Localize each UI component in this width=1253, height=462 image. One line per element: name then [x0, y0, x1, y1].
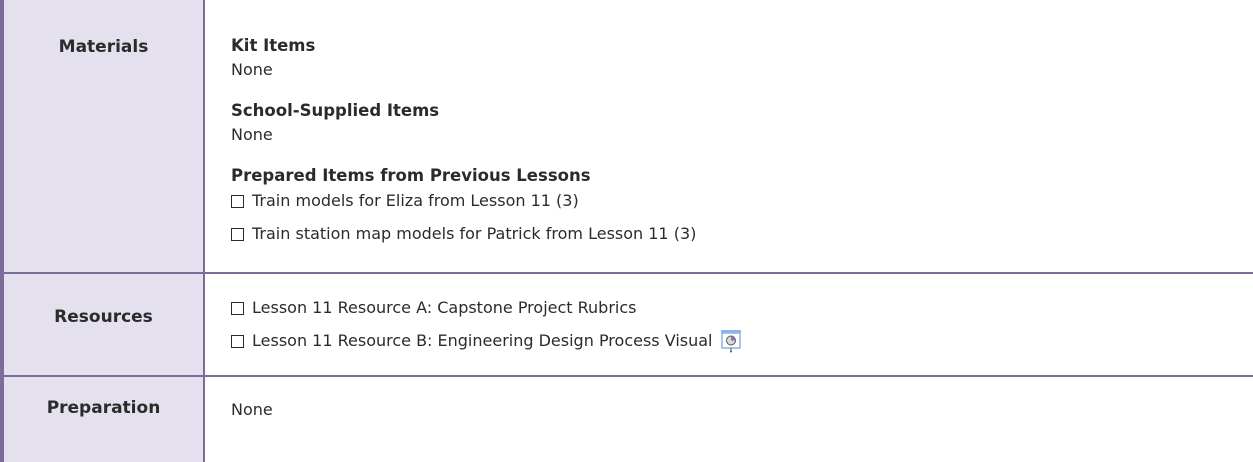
- materials-content-cell: Kit Items None School-Supplied Items Non…: [203, 0, 1253, 274]
- resources-content-cell: Lesson 11 Resource A: Capstone Project R…: [203, 272, 1253, 377]
- checkbox-icon[interactable]: [231, 301, 244, 315]
- list-item[interactable]: Train station map models for Patrick fro…: [231, 224, 1253, 244]
- list-item-label: Train station map models for Patrick fro…: [252, 224, 697, 243]
- preparation-label: Preparation: [46, 398, 161, 418]
- checkbox-icon[interactable]: [231, 227, 244, 241]
- checkbox-icon[interactable]: [231, 334, 244, 348]
- materials-label: Materials: [58, 37, 149, 57]
- preparation-value: None: [231, 400, 273, 419]
- kit-items-value: None: [231, 60, 273, 79]
- preparation-content-cell: None: [203, 375, 1253, 462]
- materials-label-cell: Materials: [0, 0, 205, 274]
- resources-list: Lesson 11 Resource A: Capstone Project R…: [231, 298, 1253, 353]
- prepared-items-list: Train models for Eliza from Lesson 11 (3…: [231, 191, 1253, 244]
- school-supplied-heading: School-Supplied Items: [231, 101, 440, 120]
- list-item-label: Train models for Eliza from Lesson 11 (3…: [252, 191, 579, 210]
- materials-table: Materials Kit Items None School-Supplied…: [0, 0, 1253, 462]
- school-supplied-group: School-Supplied Items None: [231, 101, 1253, 145]
- list-item-label: Lesson 11 Resource B: Engineering Design…: [252, 331, 713, 350]
- school-supplied-value: None: [231, 125, 273, 144]
- kit-items-heading: Kit Items: [231, 36, 316, 55]
- slide-projection-icon[interactable]: [720, 329, 742, 353]
- prepared-items-heading: Prepared Items from Previous Lessons: [231, 166, 591, 185]
- kit-items-group: Kit Items None: [231, 36, 1253, 80]
- list-item-label: Lesson 11 Resource A: Capstone Project R…: [252, 298, 637, 317]
- list-item[interactable]: Lesson 11 Resource A: Capstone Project R…: [231, 298, 1253, 318]
- list-item[interactable]: Lesson 11 Resource B: Engineering Design…: [231, 329, 1253, 353]
- resources-label-cell: Resources: [0, 272, 205, 377]
- checkbox-icon[interactable]: [231, 194, 244, 208]
- resources-row: Resources Lesson 11 Resource A: Capstone…: [0, 272, 1253, 377]
- prepared-items-group: Prepared Items from Previous Lessons Tra…: [231, 166, 1253, 244]
- preparation-row: Preparation None: [0, 375, 1253, 462]
- preparation-label-cell: Preparation: [0, 375, 205, 462]
- resources-label: Resources: [54, 307, 153, 327]
- list-item[interactable]: Train models for Eliza from Lesson 11 (3…: [231, 191, 1253, 211]
- materials-row: Materials Kit Items None School-Supplied…: [0, 0, 1253, 274]
